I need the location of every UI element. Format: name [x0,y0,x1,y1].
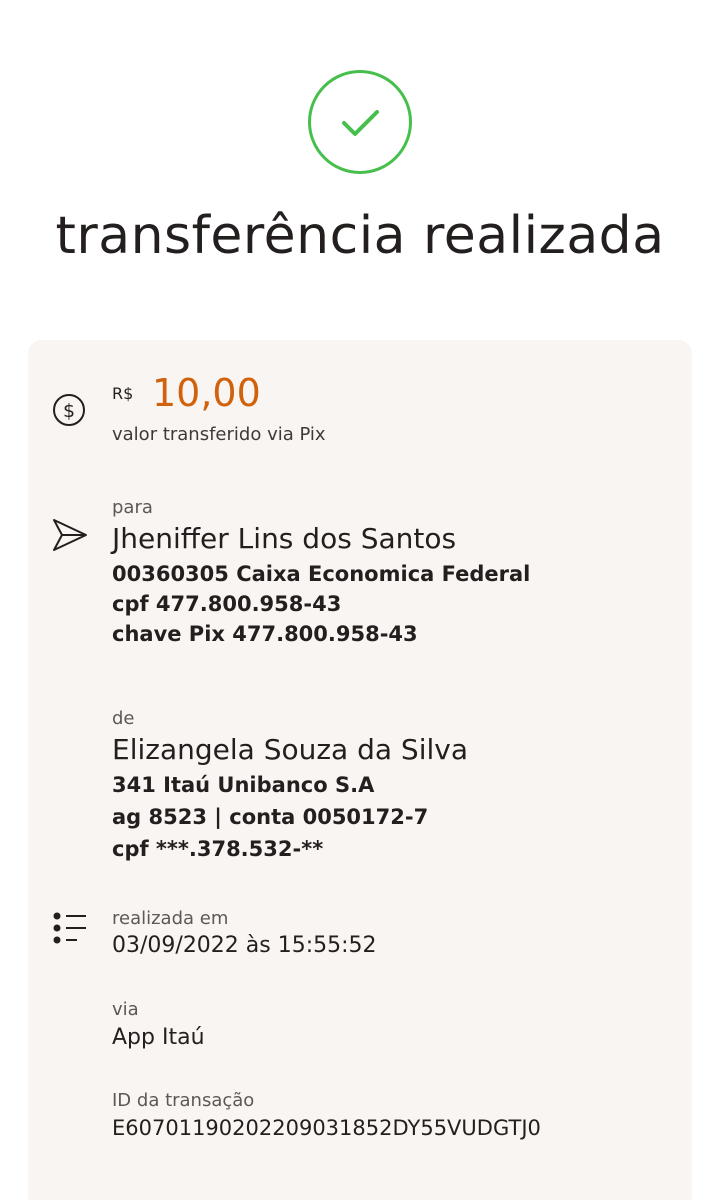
transaction-id-value: E60701190202209031852DY55VUDGTJ0 [112,1116,541,1140]
receipt-card [28,340,692,1200]
sender-bank: 341 Itaú Unibanco S.A [112,773,375,797]
transaction-id-label: ID da transação [112,1090,255,1111]
list-icon [53,912,86,944]
recipient-name: Jheniffer Lins dos Santos [112,522,457,555]
recipient-pix-key: chave Pix 477.800.958-43 [112,622,418,646]
sender-name: Elizangela Souza da Silva [112,733,468,766]
via-value: App Itaú [112,1025,205,1050]
via-label: via [112,999,139,1020]
transfer-amount: 10,00 [152,371,261,415]
sender-cpf: cpf ***.378.532-** [112,837,324,861]
dollar-circle-icon: $ [53,394,85,426]
recipient-bank: 00360305 Caixa Economica Federal [112,562,531,586]
send-icon [53,519,87,551]
success-check-icon [308,70,412,174]
amount-caption: valor transferido via Pix [112,424,326,445]
currency-symbol: R$ [112,384,134,403]
recipient-cpf: cpf 477.800.958-43 [112,592,342,616]
date-value: 03/09/2022 às 15:55:52 [112,933,377,958]
svg-text:$: $ [63,400,75,422]
sender-label: de [112,708,135,729]
page-title: transferência realizada [55,206,665,266]
sender-account: ag 8523 | conta 0050172-7 [112,805,429,829]
receipt-page: transferência realizada $ R$ 10,00 valor… [0,0,720,1200]
date-label: realizada em [112,908,229,929]
recipient-label: para [112,497,153,518]
